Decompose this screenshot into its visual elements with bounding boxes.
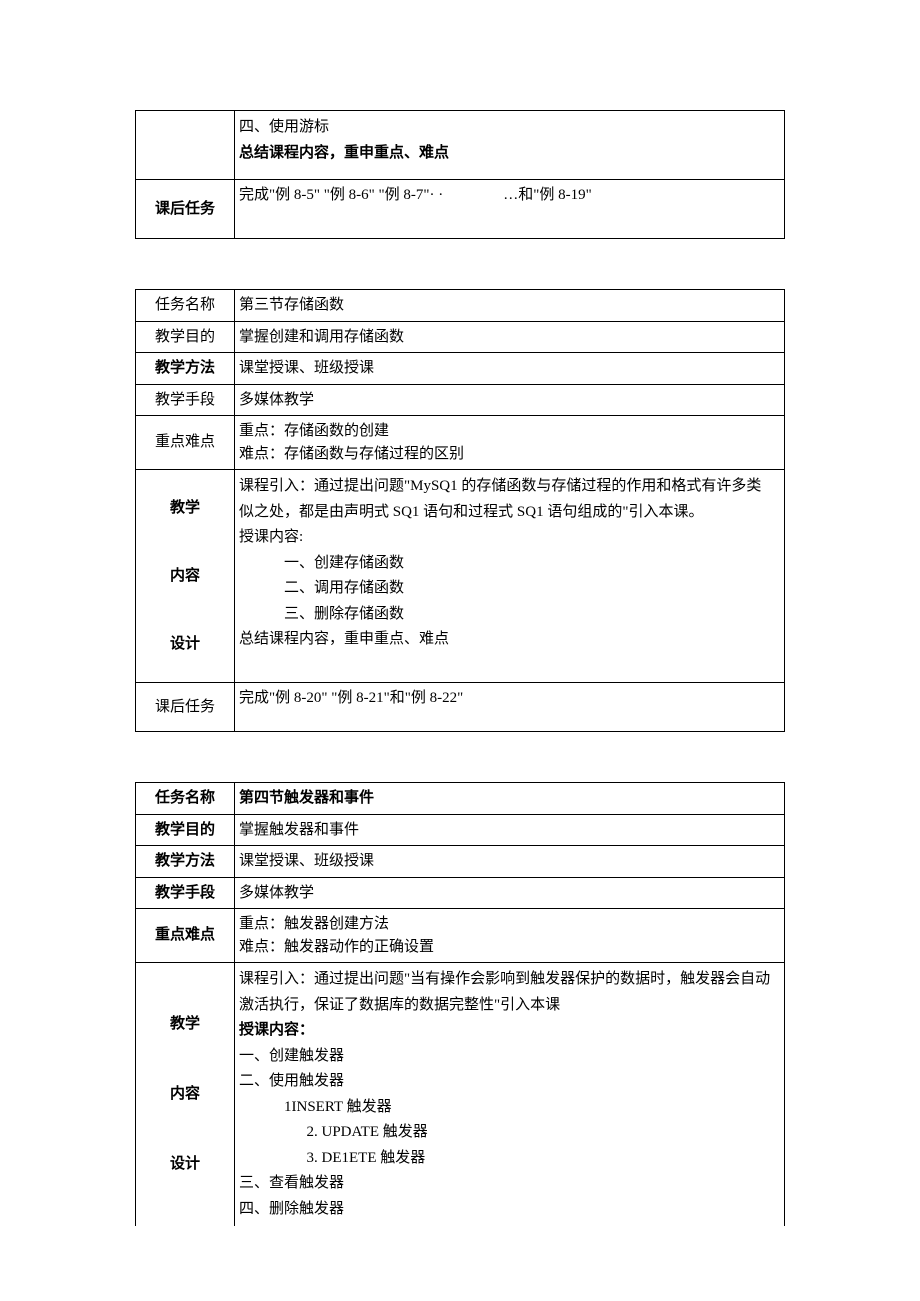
teach-means-value: 多媒体教学 xyxy=(235,877,785,909)
diff-point: 难点：触发器动作的正确设置 xyxy=(239,936,780,959)
key-point: 重点：存储函数的创建 xyxy=(239,420,780,443)
task-name-label: 任务名称 xyxy=(136,290,235,322)
teach-label: 教学 xyxy=(140,497,230,520)
lecture-sub-1: 1INSERT 触发器 xyxy=(239,1095,780,1121)
post-task-cell: 完成"例 8-5" "例 8-6" "例 8-7"· · …和"例 8-19" xyxy=(235,180,785,239)
intro-line-1: 课程引入：通过提出问题"当有操作会影响到触发器保护的数据时，触发器会自动 xyxy=(239,967,780,993)
design-content-cell: 课程引入：通过提出问题"MySQ1 的存储函数与存储过程的作用和格式有许多类 似… xyxy=(235,470,785,683)
lecture-header: 授课内容： xyxy=(239,1018,780,1044)
lecture-sub-2: 2. UPDATE 触发器 xyxy=(239,1120,780,1146)
lesson-table-3: 任务名称 第四节触发器和事件 教学目的 掌握触发器和事件 教学方法 课堂授课、班… xyxy=(135,782,785,1226)
teach-goal-label: 教学目的 xyxy=(136,814,235,846)
key-diff-label: 重点难点 xyxy=(136,416,235,470)
lecture-sub-3: 3. DE1ETE 触发器 xyxy=(239,1146,780,1172)
lecture-item-4: 四、删除触发器 xyxy=(239,1197,780,1223)
intro-line-2: 似之处，都是由声明式 SQ1 语句和过程式 SQ1 语句组成的"引入本课。 xyxy=(239,500,780,526)
task-name-value: 第四节触发器和事件 xyxy=(235,783,785,815)
teach-goal-label: 教学目的 xyxy=(136,321,235,353)
key-diff-cell: 重点：触发器创建方法 难点：触发器动作的正确设置 xyxy=(235,909,785,963)
post-task-text-b: …和"例 8-19" xyxy=(503,187,592,203)
design-label-cell: 教学 内容 设计 xyxy=(136,470,235,683)
post-task-label: 课后任务 xyxy=(136,180,235,239)
lecture-item-2: 二、调用存储函数 xyxy=(239,576,780,602)
task-name-value: 第三节存储函数 xyxy=(235,290,785,322)
teach-label: 教学 xyxy=(140,1013,230,1036)
key-point: 重点：触发器创建方法 xyxy=(239,913,780,936)
teach-means-value: 多媒体教学 xyxy=(235,384,785,416)
teach-method-label: 教学方法 xyxy=(136,846,235,878)
content-cell: 四、使用游标 总结课程内容，重申重点、难点 xyxy=(235,111,785,180)
teach-means-label: 教学手段 xyxy=(136,384,235,416)
task-name-label: 任务名称 xyxy=(136,783,235,815)
teach-means-label: 教学手段 xyxy=(136,877,235,909)
content-label: 内容 xyxy=(140,565,230,588)
lecture-item-1: 一、创建触发器 xyxy=(239,1044,780,1070)
empty-label xyxy=(136,111,235,180)
key-diff-cell: 重点：存储函数的创建 难点：存储函数与存储过程的区别 xyxy=(235,416,785,470)
lecture-item-3: 三、删除存储函数 xyxy=(239,602,780,628)
lecture-item-2: 二、使用触发器 xyxy=(239,1069,780,1095)
design-label-cell: 教学 内容 设计 xyxy=(136,963,235,1227)
post-task-label: 课后任务 xyxy=(136,683,235,732)
intro-line-1: 课程引入：通过提出问题"MySQ1 的存储函数与存储过程的作用和格式有许多类 xyxy=(239,474,780,500)
diff-point: 难点：存储函数与存储过程的区别 xyxy=(239,443,780,466)
lesson-table-1: 四、使用游标 总结课程内容，重申重点、难点 课后任务 完成"例 8-5" "例 … xyxy=(135,110,785,239)
summary-line: 总结课程内容，重申重点、难点 xyxy=(239,141,780,167)
post-task-text-a: 完成"例 8-5" "例 8-6" "例 8-7"· · xyxy=(239,187,443,203)
lecture-item-3: 三、查看触发器 xyxy=(239,1171,780,1197)
content-label: 内容 xyxy=(140,1083,230,1106)
lecture-header: 授课内容: xyxy=(239,525,780,551)
teach-method-value: 课堂授课、班级授课 xyxy=(235,846,785,878)
summary-line: 总结课程内容，重申重点、难点 xyxy=(239,627,780,653)
lesson-table-2: 任务名称 第三节存储函数 教学目的 掌握创建和调用存储函数 教学方法 课堂授课、… xyxy=(135,289,785,732)
content-line: 四、使用游标 xyxy=(239,115,780,141)
design-label: 设计 xyxy=(140,1153,230,1176)
teach-method-label: 教学方法 xyxy=(136,353,235,385)
teach-goal-value: 掌握创建和调用存储函数 xyxy=(235,321,785,353)
intro-line-2: 激活执行，保证了数据库的数据完整性"引入本课 xyxy=(239,993,780,1019)
design-content-cell: 课程引入：通过提出问题"当有操作会影响到触发器保护的数据时，触发器会自动 激活执… xyxy=(235,963,785,1227)
teach-goal-value: 掌握触发器和事件 xyxy=(235,814,785,846)
post-task-value: 完成"例 8-20" "例 8-21"和"例 8-22" xyxy=(235,683,785,732)
lecture-item-1: 一、创建存储函数 xyxy=(239,551,780,577)
design-label: 设计 xyxy=(140,633,230,656)
key-diff-label: 重点难点 xyxy=(136,909,235,963)
teach-method-value: 课堂授课、班级授课 xyxy=(235,353,785,385)
